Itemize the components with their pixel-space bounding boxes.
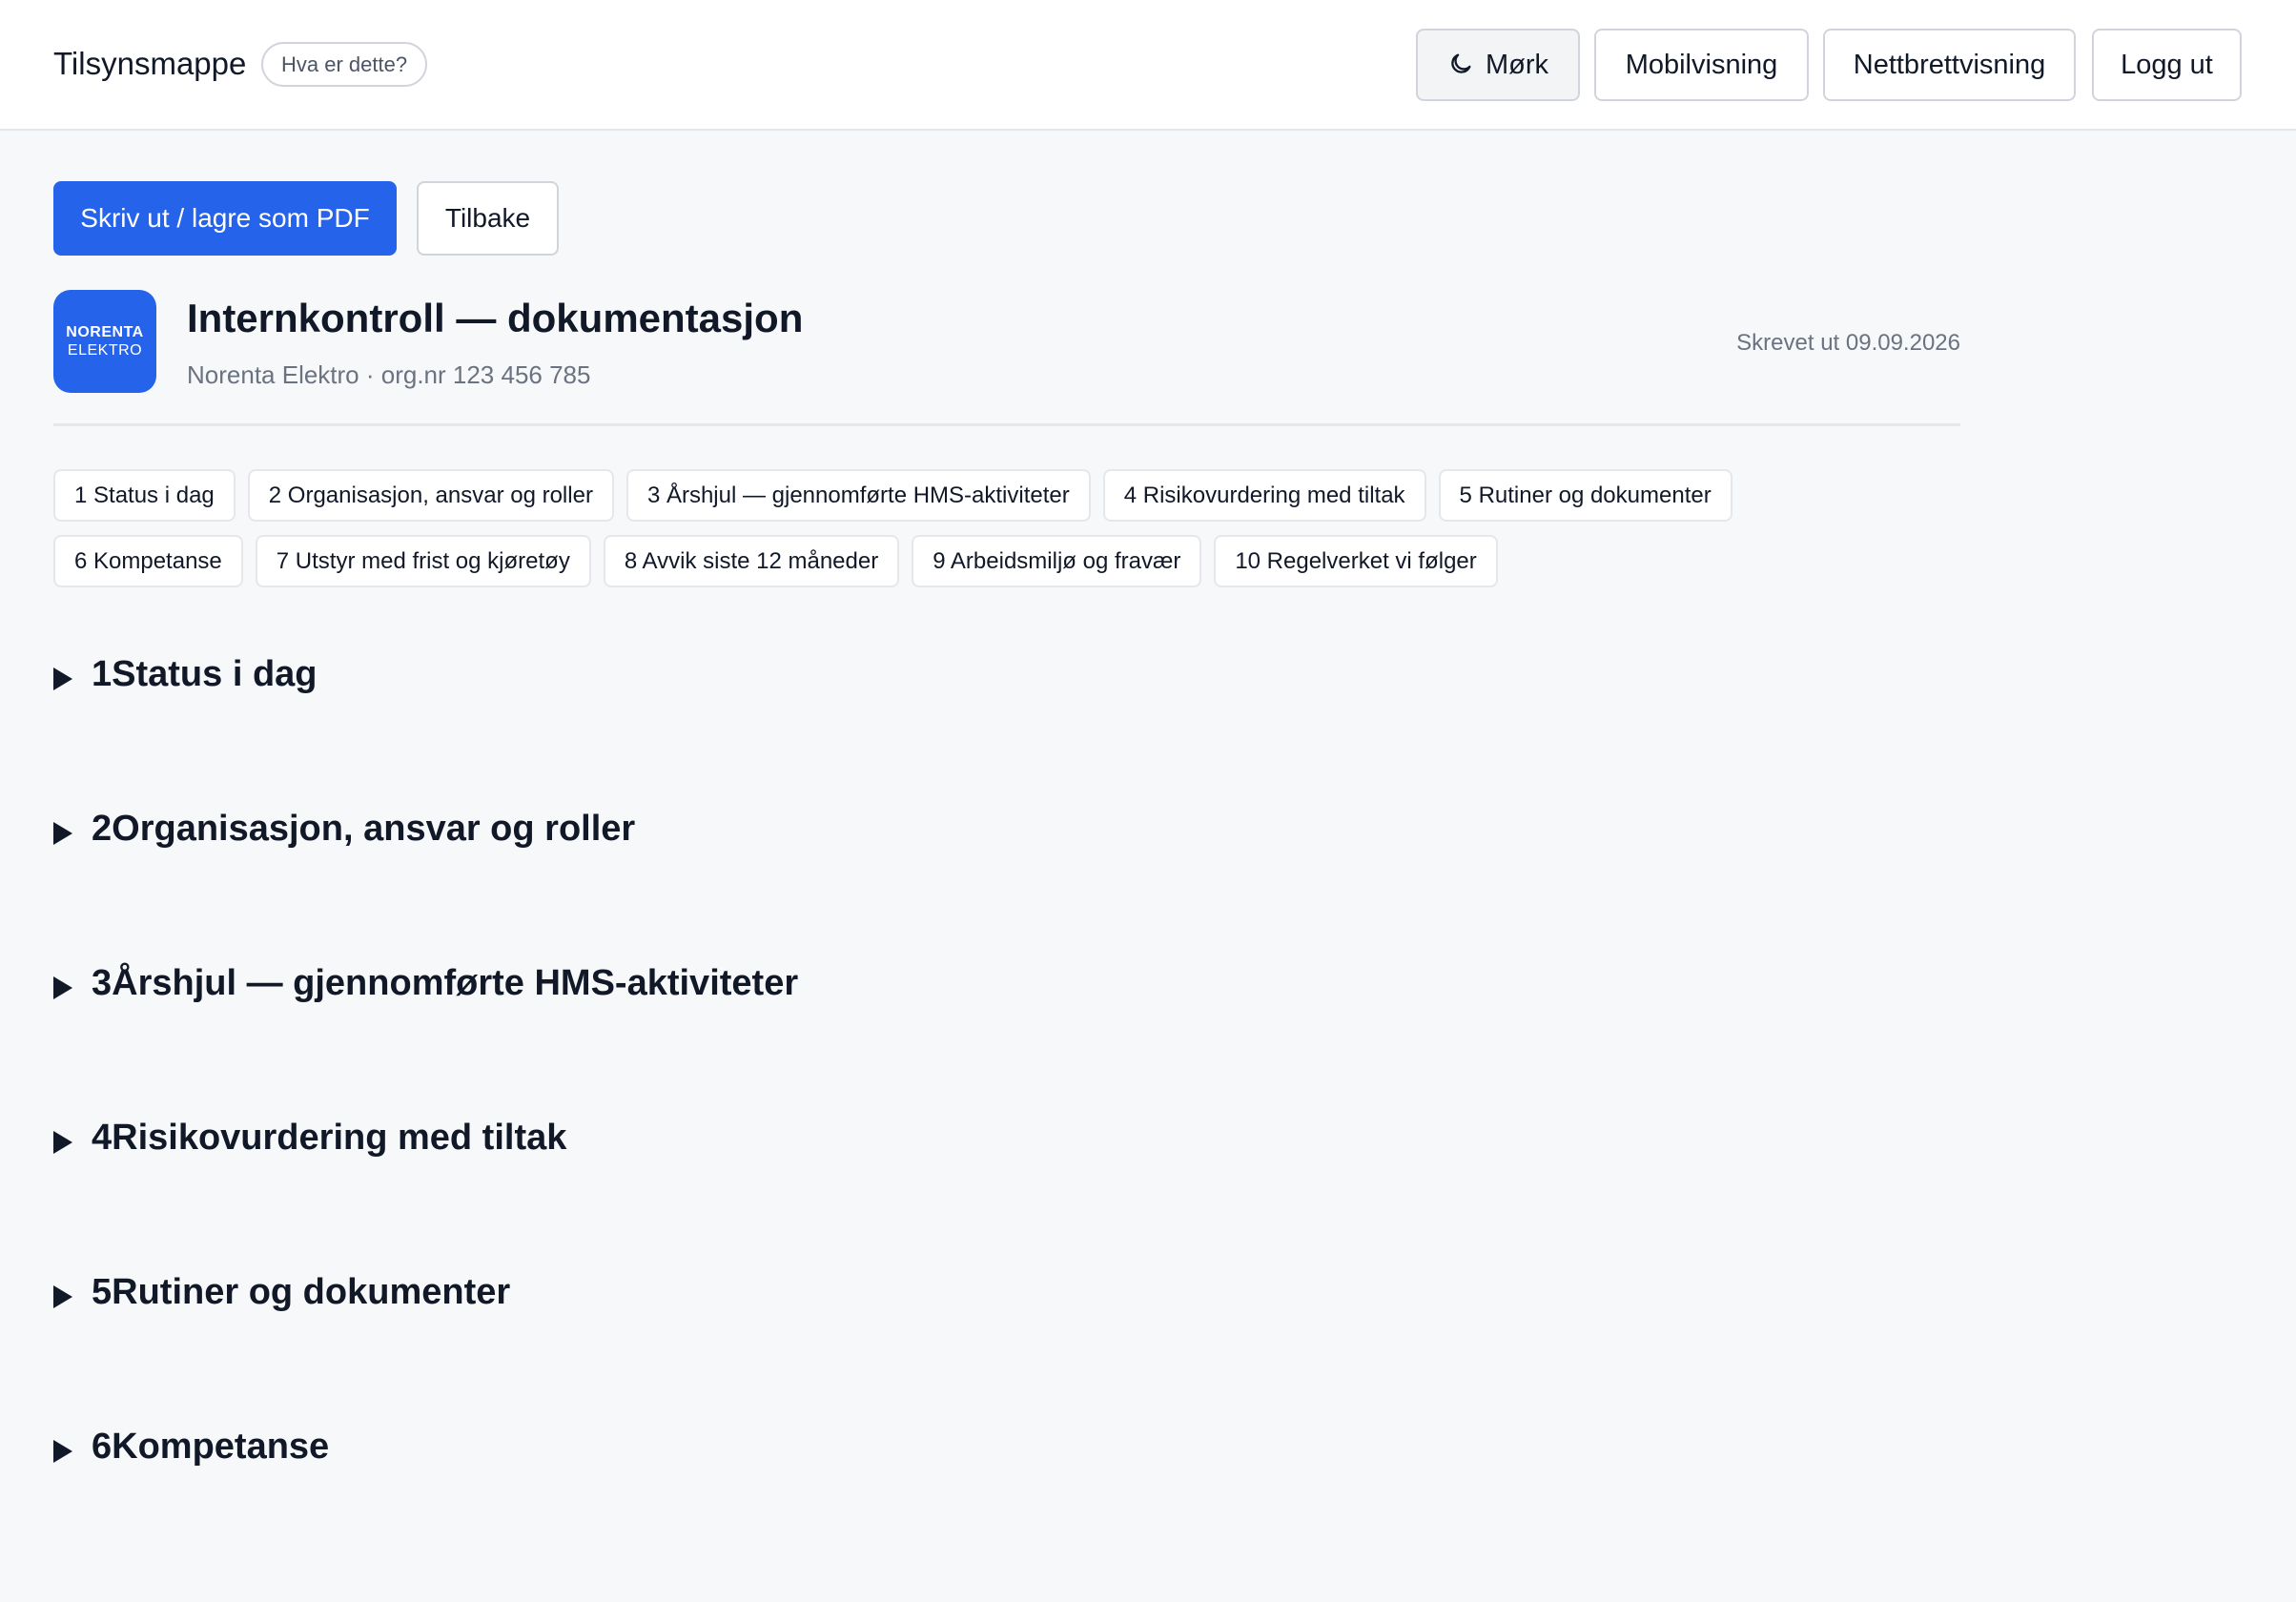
- section-nav: 1 Status i dag 2 Organisasjon, ansvar og…: [53, 469, 1865, 587]
- section-title: 2Organisasjon, ansvar og roller: [92, 809, 636, 849]
- nav-chip-risikovurdering[interactable]: 4 Risikovurdering med tiltak: [1102, 469, 1426, 522]
- section-kompetanse[interactable]: 6Kompetanse: [53, 1427, 1960, 1581]
- print-pdf-button[interactable]: Skriv ut / lagre som PDF: [53, 181, 397, 256]
- nav-chip-arbeidsmiljo[interactable]: 9 Arbeidsmiljø og fravær: [912, 535, 1202, 587]
- nav-chip-utstyr[interactable]: 7 Utstyr med frist og kjøretøy: [255, 535, 591, 587]
- expand-triangle-icon: [53, 976, 72, 999]
- nav-chip-arshjul[interactable]: 3 Årshjul — gjennomførte HMS-aktiviteter: [625, 469, 1091, 522]
- mobile-view-button[interactable]: Mobilvisning: [1594, 29, 1809, 101]
- header-divider: [53, 423, 1960, 426]
- nav-chip-kompetanse[interactable]: 6 Kompetanse: [53, 535, 243, 587]
- expand-triangle-icon: [53, 822, 72, 845]
- logo-line-1: NORENTA: [66, 324, 144, 340]
- section-title: 5Rutiner og dokumenter: [92, 1272, 511, 1312]
- nav-chip-regelverk[interactable]: 10 Regelverket vi følger: [1214, 535, 1498, 587]
- section-arshjul[interactable]: 3Årshjul — gjennomførte HMS-aktiviteter: [53, 963, 1960, 1118]
- page-title: Internkontroll — dokumentasjon: [187, 296, 804, 340]
- nav-chip-organisasjon[interactable]: 2 Organisasjon, ansvar og roller: [247, 469, 614, 522]
- section-organisasjon[interactable]: 2Organisasjon, ansvar og roller: [53, 809, 1960, 963]
- tablet-view-button[interactable]: Nettbrettvisning: [1823, 29, 2076, 101]
- dark-mode-button[interactable]: Mørk: [1416, 29, 1580, 101]
- help-button[interactable]: Hva er dette?: [261, 42, 428, 87]
- logout-button[interactable]: Logg ut: [2092, 29, 2242, 101]
- nav-chip-status[interactable]: 1 Status i dag: [53, 469, 236, 522]
- sections-list: 1Status i dag 2Organisasjon, ansvar og r…: [53, 654, 1960, 1581]
- expand-triangle-icon: [53, 1131, 72, 1154]
- back-button[interactable]: Tilbake: [417, 181, 559, 256]
- company-logo: NORENTA ELEKTRO: [53, 290, 156, 393]
- section-risikovurdering[interactable]: 4Risikovurdering med tiltak: [53, 1118, 1960, 1272]
- top-bar: Tilsynsmappe Hva er dette? Mørk Mobilvis…: [0, 0, 2296, 131]
- nav-chip-rutiner[interactable]: 5 Rutiner og dokumenter: [1438, 469, 1732, 522]
- expand-triangle-icon: [53, 1285, 72, 1308]
- section-status[interactable]: 1Status i dag: [53, 654, 1960, 809]
- app-title: Tilsynsmappe: [53, 46, 247, 81]
- section-title: 1Status i dag: [92, 654, 318, 694]
- section-title: 3Årshjul — gjennomførte HMS-aktiviteter: [92, 963, 799, 1003]
- logo-line-2: ELEKTRO: [67, 342, 143, 359]
- expand-triangle-icon: [53, 668, 72, 690]
- section-title: 6Kompetanse: [92, 1427, 330, 1467]
- section-rutiner[interactable]: 5Rutiner og dokumenter: [53, 1272, 1960, 1427]
- printed-date: Skrevet ut 09.09.2026: [1736, 330, 1960, 356]
- nav-chip-avvik[interactable]: 8 Avvik siste 12 måneder: [603, 535, 900, 587]
- moon-icon: [1451, 53, 1471, 73]
- company-info: Norenta Elektro · org.nr 123 456 785: [187, 360, 591, 389]
- section-title: 4Risikovurdering med tiltak: [92, 1118, 567, 1158]
- expand-triangle-icon: [53, 1440, 72, 1463]
- dark-mode-label: Mørk: [1485, 50, 1549, 80]
